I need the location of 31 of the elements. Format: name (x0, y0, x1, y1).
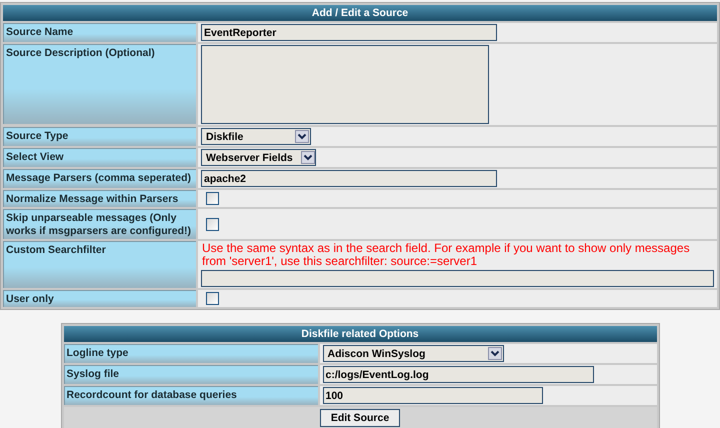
field-label: Syslog file (64, 365, 318, 384)
text-field[interactable]: c:/logs/EventLog.log (322, 366, 594, 383)
table-header: Diskfile related Options (64, 326, 656, 342)
field-label: Message Parsers (comma seperated) (3, 169, 196, 188)
text-field[interactable]: 100 (322, 387, 542, 404)
description-field[interactable] (201, 45, 489, 124)
text-field[interactable]: apache2 (201, 170, 497, 187)
field-label: Source Description (Optional) (3, 44, 196, 124)
field-label: Logline type (64, 344, 318, 363)
field-label: Skip unparseable messages (Only works if msgparsers are configured!) (3, 209, 196, 239)
table-header: Add / Edit a Source (3, 5, 717, 21)
field-label: Select View (3, 148, 196, 167)
text-field[interactable]: EventReporter (201, 24, 497, 41)
caret-icon (488, 347, 502, 360)
caret-icon (300, 151, 315, 164)
edit-source-button[interactable]: Edit Source (320, 409, 400, 427)
checkbox[interactable] (206, 292, 219, 305)
filter-field[interactable] (201, 270, 714, 287)
field-label: Source Name (3, 23, 196, 42)
field-label: Recordcount for database queries (64, 386, 318, 405)
dropdown[interactable]: Diskfile (201, 128, 311, 145)
dropdown[interactable]: Adiscon WinSyslog (322, 345, 504, 362)
help-text: Use the same syntax as in the search field. For example if you want to show only messages from 'server1', use this searchfilter: source:=server1 (201, 242, 691, 268)
dropdown[interactable]: Webserver Fields (201, 149, 316, 166)
caret-icon (295, 130, 309, 143)
checkbox[interactable] (206, 218, 219, 230)
field-label: User only (3, 290, 196, 307)
checkbox[interactable] (206, 192, 219, 205)
field-label: Custom Searchfilter (3, 241, 196, 288)
field-label: Source Type (3, 127, 196, 146)
field-label: Normalize Message within Parsers (3, 190, 196, 207)
